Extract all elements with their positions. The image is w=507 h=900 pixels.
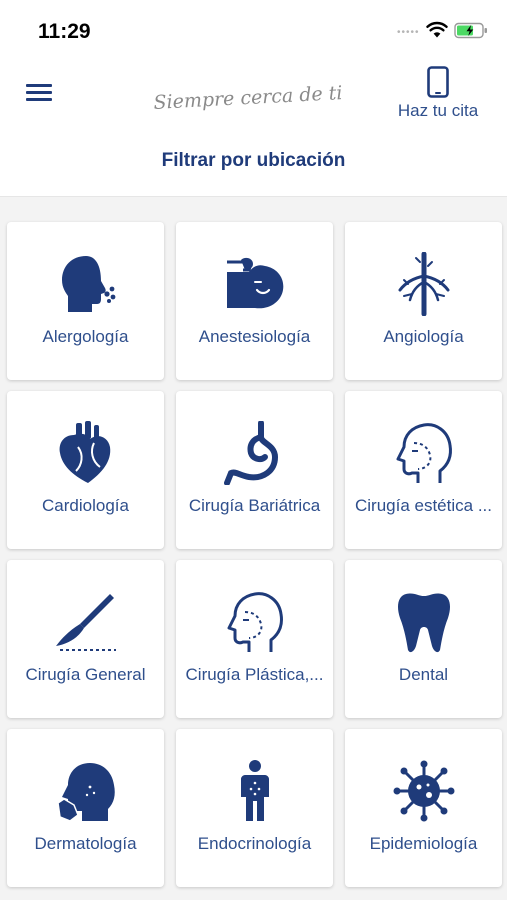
specialty-card-angiologia[interactable]: Angiología <box>345 222 502 380</box>
svg-text:Siempre cerca de ti: Siempre cerca de ti <box>153 82 343 114</box>
specialty-label: Angiología <box>383 327 464 346</box>
specialty-label: Dental <box>398 665 449 684</box>
specialty-card-dermatologia[interactable]: Dermatología <box>7 729 164 887</box>
stomach-icon <box>224 421 279 485</box>
specialty-card-cirugia-estetica[interactable]: Cirugía estética ... <box>345 391 502 549</box>
heart-icon <box>59 421 111 483</box>
specialty-card-endocrinologia[interactable]: Endocrinología <box>176 729 333 887</box>
human-figure-icon <box>241 760 269 821</box>
specialty-card-cirugia-bariatrica[interactable]: Cirugía Bariátrica <box>176 391 333 549</box>
app-header: Siempre cerca de ti Haz tu cita Filtrar … <box>0 58 507 196</box>
status-bar: 11:29 ••••• <box>0 0 507 58</box>
specialty-card-cirugia-plastica[interactable]: Cirugía Plástica,... <box>176 560 333 718</box>
battery-icon <box>454 22 487 39</box>
face-skin-icon <box>57 763 115 822</box>
hamburger-menu-icon <box>22 84 56 101</box>
specialty-card-dental[interactable]: Dental <box>345 560 502 718</box>
specialty-card-cardiologia[interactable]: Cardiología <box>7 391 164 549</box>
appointment-label: Haz tu cita <box>397 101 479 120</box>
blood-vessel-icon <box>398 252 450 316</box>
wifi-icon <box>426 21 448 38</box>
virus-icon <box>393 760 455 822</box>
face-outline-icon <box>227 592 283 652</box>
specialty-grid: Alergología Anestesiología Angiología Ca… <box>7 222 502 887</box>
specialty-list: Alergología Anestesiología Angiología Ca… <box>0 196 507 900</box>
specialty-card-epidemiologia[interactable]: Epidemiología <box>345 729 502 887</box>
signal-indicator: ••••• <box>397 27 420 38</box>
specialty-label: Epidemiología <box>369 834 478 853</box>
specialty-card-anestesiologia[interactable]: Anestesiología <box>176 222 333 380</box>
phone-icon <box>427 66 449 98</box>
filter-by-location[interactable]: Filtrar por ubicación <box>0 150 507 172</box>
brand-tagline: Siempre cerca de ti <box>153 82 343 114</box>
specialty-label: Dermatología <box>34 834 137 853</box>
specialty-label: Anestesiología <box>198 327 311 346</box>
specialty-label: Alergología <box>42 327 129 346</box>
specialty-label: Cirugía General <box>25 665 146 684</box>
anesthesia-mask-icon <box>227 257 284 309</box>
specialty-label: Cirugía estética ... <box>354 496 492 515</box>
specialty-label: Endocrinología <box>197 834 312 853</box>
allergy-sneeze-icon <box>62 256 116 312</box>
appointment-button[interactable]: Haz tu cita <box>386 66 490 126</box>
specialty-card-alergologia[interactable]: Alergología <box>7 222 164 380</box>
scalpel-icon <box>56 594 116 651</box>
specialty-label: Cardiología <box>42 496 129 515</box>
specialty-label: Cirugía Plástica,... <box>185 665 324 684</box>
tooth-icon <box>398 593 450 653</box>
status-time: 11:29 <box>38 20 91 43</box>
menu-button[interactable] <box>22 80 56 108</box>
specialty-card-cirugia-general[interactable]: Cirugía General <box>7 560 164 718</box>
face-outline-icon <box>396 423 452 483</box>
specialty-label: Cirugía Bariátrica <box>188 496 321 515</box>
